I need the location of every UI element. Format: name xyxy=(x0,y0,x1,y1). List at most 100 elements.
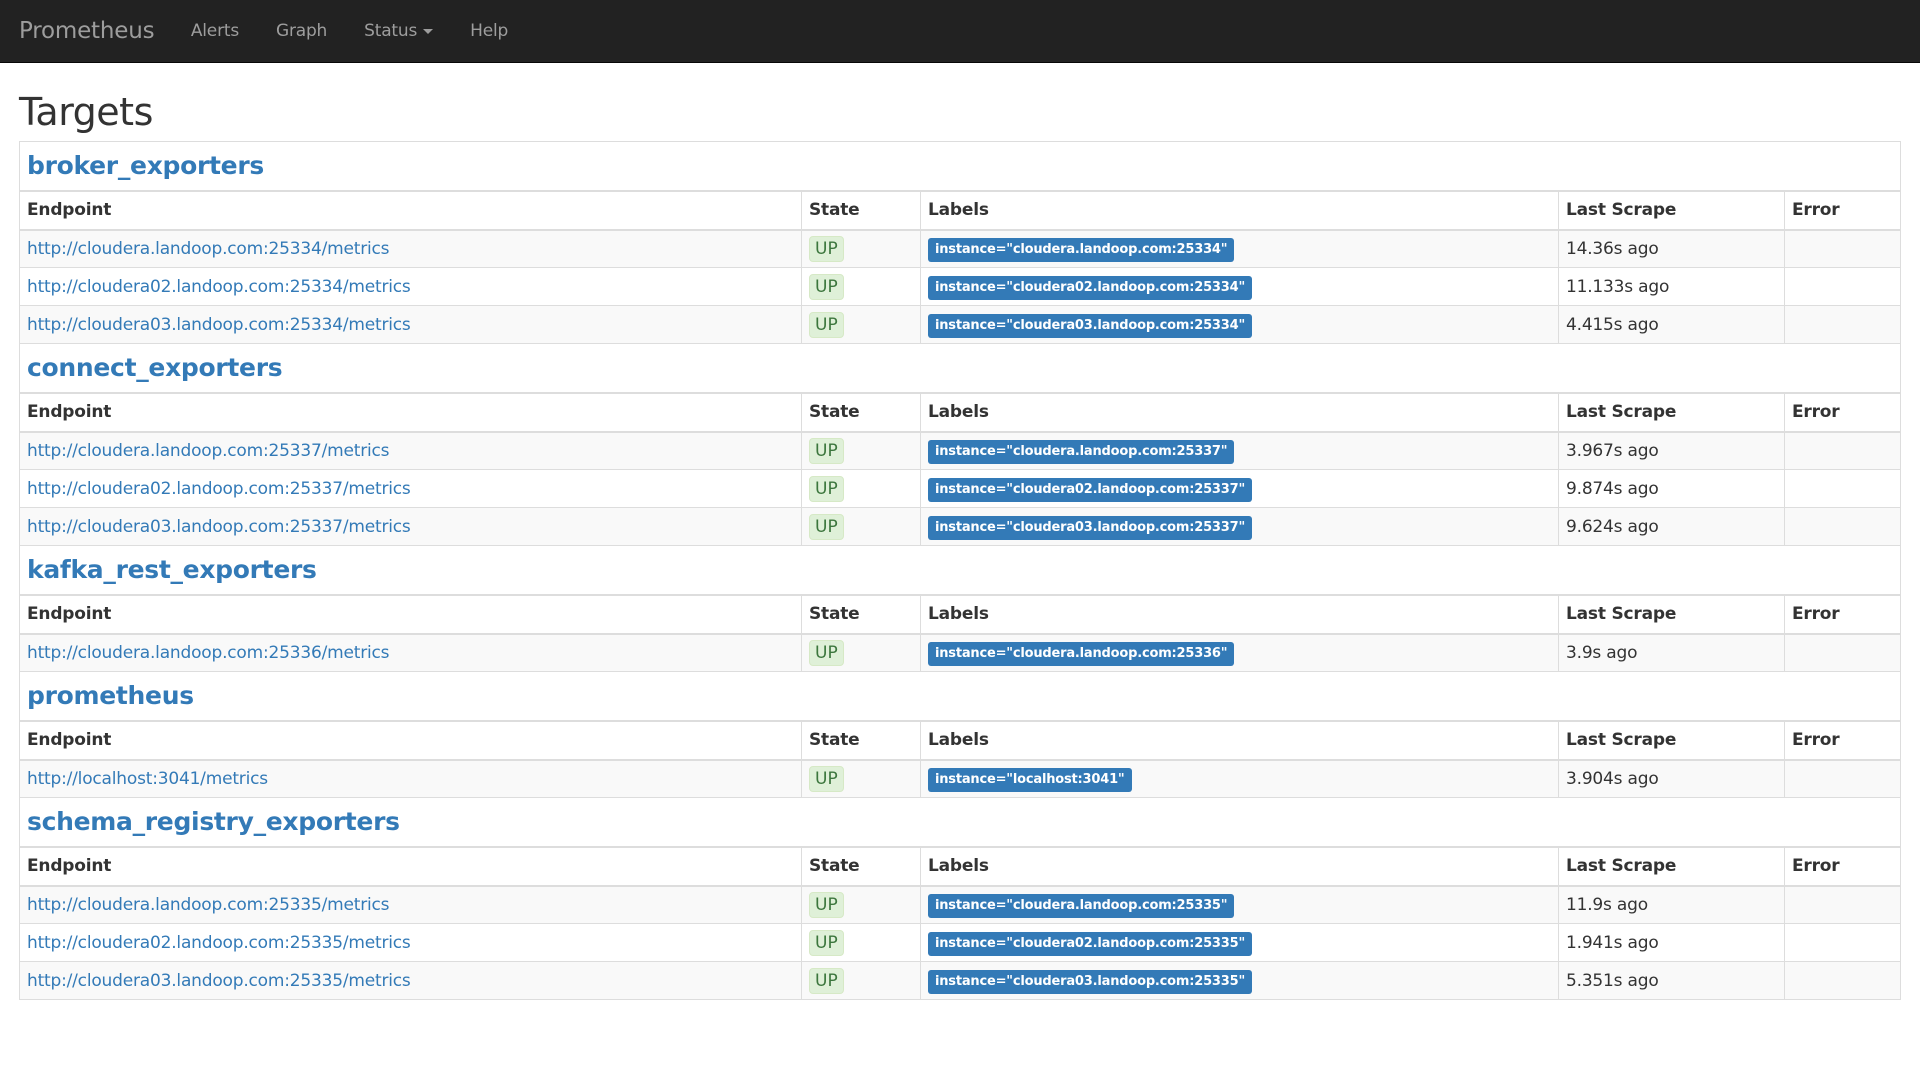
target-row: http://cloudera03.landoop.com:25337/metr… xyxy=(19,507,1902,546)
column-header-last-scrape: Last Scrape xyxy=(1558,190,1785,231)
nav-help-label: Help xyxy=(470,21,509,41)
column-header-state: State xyxy=(801,720,921,761)
page-title: Targets xyxy=(19,90,153,134)
state-cell: UP xyxy=(801,305,921,344)
column-header-last-scrape: Last Scrape xyxy=(1558,392,1785,433)
error-cell xyxy=(1783,961,1902,1000)
job-name-link[interactable]: connect_exporters xyxy=(27,353,283,382)
job-name-link[interactable]: prometheus xyxy=(27,681,194,710)
endpoint-cell: http://localhost:3041/metrics xyxy=(19,759,802,798)
job-name-link[interactable]: broker_exporters xyxy=(27,151,264,180)
endpoint-cell: http://cloudera.landoop.com:25334/metric… xyxy=(19,229,802,268)
column-header-row: Endpoint State Labels Last Scrape Error xyxy=(19,190,1902,231)
label-badge: instance="cloudera.landoop.com:25336" xyxy=(928,641,1235,666)
endpoint-link[interactable]: http://cloudera02.landoop.com:25335/metr… xyxy=(27,933,411,953)
error-cell xyxy=(1783,469,1902,508)
nav-alerts[interactable]: Alerts xyxy=(172,21,257,41)
error-cell xyxy=(1783,431,1902,470)
label-badge: instance="cloudera02.landoop.com:25337" xyxy=(928,477,1253,502)
error-cell xyxy=(1783,633,1902,672)
label-badge: instance="localhost:3041" xyxy=(928,767,1132,792)
state-cell: UP xyxy=(801,267,921,306)
job-header-cell: broker_exporters xyxy=(18,141,1902,192)
navbar: Prometheus Alerts Graph Status Help xyxy=(0,0,1920,63)
job-header-cell: connect_exporters xyxy=(18,343,1902,394)
column-header-labels: Labels xyxy=(920,190,1559,231)
nav-alerts-label: Alerts xyxy=(190,21,239,41)
nav-graph-label: Graph xyxy=(275,21,328,41)
column-header-error: Error xyxy=(1783,392,1902,433)
label-badge: instance="cloudera.landoop.com:25337" xyxy=(928,439,1235,464)
endpoint-link[interactable]: http://cloudera03.landoop.com:25334/metr… xyxy=(27,315,411,335)
error-cell xyxy=(1783,305,1902,344)
state-badge: UP xyxy=(809,311,844,338)
nav-status-dropdown[interactable]: Status xyxy=(346,21,452,41)
state-badge: UP xyxy=(809,929,844,956)
target-row: http://cloudera.landoop.com:25336/metric… xyxy=(19,633,1902,672)
label-badge: instance="cloudera02.landoop.com:25335" xyxy=(928,931,1253,956)
endpoint-link[interactable]: http://localhost:3041/metrics xyxy=(27,769,268,789)
error-cell xyxy=(1783,229,1902,268)
column-header-endpoint: Endpoint xyxy=(19,190,802,231)
column-header-error: Error xyxy=(1783,846,1902,887)
label-badge: instance="cloudera03.landoop.com:25337" xyxy=(928,515,1253,540)
last-scrape-cell: 9.874s ago xyxy=(1558,469,1785,508)
column-header-row: Endpoint State Labels Last Scrape Error xyxy=(19,846,1902,887)
endpoint-cell: http://cloudera03.landoop.com:25337/metr… xyxy=(19,507,802,546)
last-scrape-cell: 4.415s ago xyxy=(1558,305,1785,344)
endpoint-cell: http://cloudera02.landoop.com:25337/metr… xyxy=(19,469,802,508)
endpoint-link[interactable]: http://cloudera03.landoop.com:25335/metr… xyxy=(27,971,411,991)
endpoint-cell: http://cloudera02.landoop.com:25335/metr… xyxy=(19,923,802,962)
error-cell xyxy=(1783,759,1902,798)
column-header-error: Error xyxy=(1783,594,1902,635)
endpoint-link[interactable]: http://cloudera.landoop.com:25335/metric… xyxy=(27,895,390,915)
job-name-link[interactable]: kafka_rest_exporters xyxy=(27,555,317,584)
state-cell: UP xyxy=(801,469,921,508)
endpoint-cell: http://cloudera.landoop.com:25335/metric… xyxy=(19,885,802,924)
column-header-row: Endpoint State Labels Last Scrape Error xyxy=(19,594,1902,635)
column-header-labels: Labels xyxy=(920,594,1559,635)
job-header-cell: prometheus xyxy=(18,671,1902,722)
state-badge: UP xyxy=(809,437,844,464)
target-row: http://cloudera.landoop.com:25334/metric… xyxy=(19,229,1902,268)
endpoint-cell: http://cloudera03.landoop.com:25334/metr… xyxy=(19,305,802,344)
column-header-state: State xyxy=(801,846,921,887)
last-scrape-cell: 11.9s ago xyxy=(1558,885,1785,924)
endpoint-cell: http://cloudera.landoop.com:25337/metric… xyxy=(19,431,802,470)
nav-status-label: Status xyxy=(364,21,418,41)
job-header-row: kafka_rest_exporters xyxy=(18,545,1902,596)
state-badge: UP xyxy=(809,967,844,994)
endpoint-link[interactable]: http://cloudera03.landoop.com:25337/metr… xyxy=(27,517,411,537)
nav-help[interactable]: Help xyxy=(452,21,527,41)
column-header-row: Endpoint State Labels Last Scrape Error xyxy=(19,720,1902,761)
endpoint-link[interactable]: http://cloudera.landoop.com:25336/metric… xyxy=(27,643,390,663)
state-cell: UP xyxy=(801,759,921,798)
job-header-cell: schema_registry_exporters xyxy=(18,797,1902,848)
last-scrape-cell: 11.133s ago xyxy=(1558,267,1785,306)
state-cell: UP xyxy=(801,229,921,268)
label-badge: instance="cloudera03.landoop.com:25334" xyxy=(928,313,1253,338)
nav-graph[interactable]: Graph xyxy=(257,21,345,41)
column-header-endpoint: Endpoint xyxy=(19,594,802,635)
column-header-endpoint: Endpoint xyxy=(19,846,802,887)
state-badge: UP xyxy=(809,273,844,300)
state-badge: UP xyxy=(809,475,844,502)
labels-cell: instance="cloudera03.landoop.com:25335" xyxy=(920,961,1559,1000)
last-scrape-cell: 3.904s ago xyxy=(1558,759,1785,798)
last-scrape-cell: 5.351s ago xyxy=(1558,961,1785,1000)
label-badge: instance="cloudera.landoop.com:25334" xyxy=(928,237,1235,262)
endpoint-link[interactable]: http://cloudera.landoop.com:25337/metric… xyxy=(27,441,390,461)
job-name-link[interactable]: schema_registry_exporters xyxy=(27,807,400,836)
caret-down-icon xyxy=(423,28,434,34)
state-cell: UP xyxy=(801,961,921,1000)
endpoint-link[interactable]: http://cloudera02.landoop.com:25334/metr… xyxy=(27,277,411,297)
column-header-row: Endpoint State Labels Last Scrape Error xyxy=(19,392,1902,433)
job-header-cell: kafka_rest_exporters xyxy=(18,545,1902,596)
endpoint-link[interactable]: http://cloudera.landoop.com:25334/metric… xyxy=(27,239,390,259)
labels-cell: instance="cloudera.landoop.com:25336" xyxy=(920,633,1559,672)
endpoint-link[interactable]: http://cloudera02.landoop.com:25337/metr… xyxy=(27,479,411,499)
brand-link[interactable]: Prometheus xyxy=(19,18,155,44)
target-row: http://cloudera02.landoop.com:25335/metr… xyxy=(19,923,1902,962)
labels-cell: instance="cloudera.landoop.com:25337" xyxy=(920,431,1559,470)
endpoint-cell: http://cloudera.landoop.com:25336/metric… xyxy=(19,633,802,672)
